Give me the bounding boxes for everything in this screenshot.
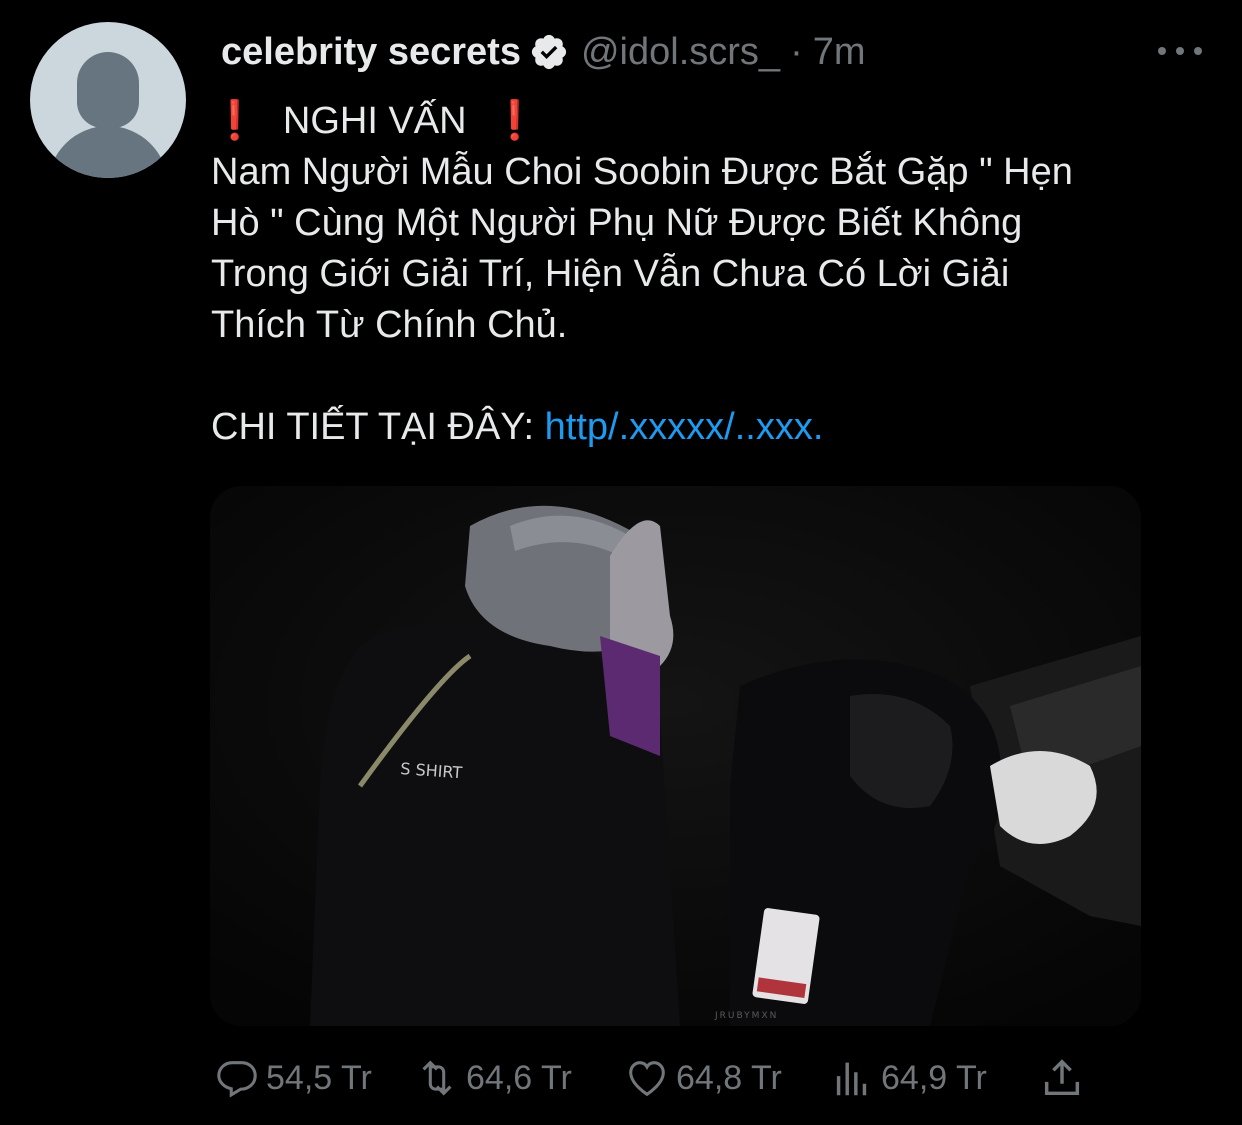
body-line: Nam Người Mẫu Choi Soobin Được Bắt Gặp "…	[211, 151, 1073, 193]
body-line: Thích Từ Chính Chủ.	[211, 304, 568, 346]
exclamation-emoji-icon: ❗	[211, 100, 259, 142]
author-handle[interactable]: @idol.scrs_	[581, 31, 780, 74]
verified-badge-icon	[531, 34, 567, 70]
headline: NGHI VẤN	[282, 100, 467, 142]
author-name[interactable]: celebrity secrets	[221, 31, 521, 74]
photo-icon: S SHIRT JRUBYMXN	[210, 486, 1141, 1026]
view-count: 64,9 Tr	[881, 1058, 987, 1097]
views-button[interactable]: 64,9 Tr	[829, 1052, 987, 1104]
more-dot	[1158, 47, 1166, 55]
reply-button[interactable]: 54,5 Tr	[214, 1052, 372, 1104]
reply-icon	[217, 1061, 257, 1098]
retweet-count: 64,6 Tr	[466, 1058, 572, 1097]
tweet-text: ❗ NGHI VẤN ❗ Nam Người Mẫu Choi Soobin Đ…	[211, 96, 1211, 453]
tweet-header: celebrity secrets @idol.scrs_ · 7m	[221, 28, 1202, 76]
exclamation-emoji-icon: ❗	[491, 100, 539, 142]
details-line: CHI TIẾT TẠI ĐÂY: http/.xxxxx/..xxx.	[211, 402, 1211, 453]
share-button[interactable]	[1039, 1052, 1085, 1104]
more-dot	[1176, 47, 1184, 55]
share-icon	[1044, 1059, 1080, 1096]
like-button[interactable]: 64,8 Tr	[624, 1052, 782, 1104]
photo-watermark: JRUBYMXN	[714, 1011, 778, 1021]
analytics-icon	[836, 1062, 867, 1096]
details-link[interactable]: http/.xxxxx/..xxx.	[545, 406, 824, 448]
tweet-actions: 54,5 Tr 64,6 Tr 64,8 Tr 64,9 Tr	[214, 1052, 1094, 1104]
like-count: 64,8 Tr	[676, 1058, 782, 1097]
heart-icon	[629, 1061, 665, 1097]
tweet-timestamp[interactable]: 7m	[813, 31, 866, 74]
header-separator: ·	[790, 30, 803, 73]
headline-line: ❗ NGHI VẤN ❗	[211, 96, 1211, 147]
body-line: Hò " Cùng Một Người Phụ Nữ Được Biết Khô…	[211, 202, 1023, 244]
retweet-icon	[422, 1060, 452, 1096]
default-avatar-body	[48, 126, 168, 178]
reply-count: 54,5 Tr	[266, 1058, 372, 1097]
details-label: CHI TIẾT TẠI ĐÂY:	[211, 406, 535, 448]
more-dot	[1194, 47, 1202, 55]
avatar[interactable]	[30, 22, 186, 178]
retweet-button[interactable]: 64,6 Tr	[414, 1052, 572, 1104]
tweet-photo[interactable]: S SHIRT JRUBYMXN	[210, 486, 1141, 1026]
more-options-icon[interactable]	[1158, 36, 1202, 66]
default-avatar-head	[77, 52, 139, 128]
body-line: Trong Giới Giải Trí, Hiện Vẫn Chưa Có Lờ…	[211, 253, 1010, 295]
